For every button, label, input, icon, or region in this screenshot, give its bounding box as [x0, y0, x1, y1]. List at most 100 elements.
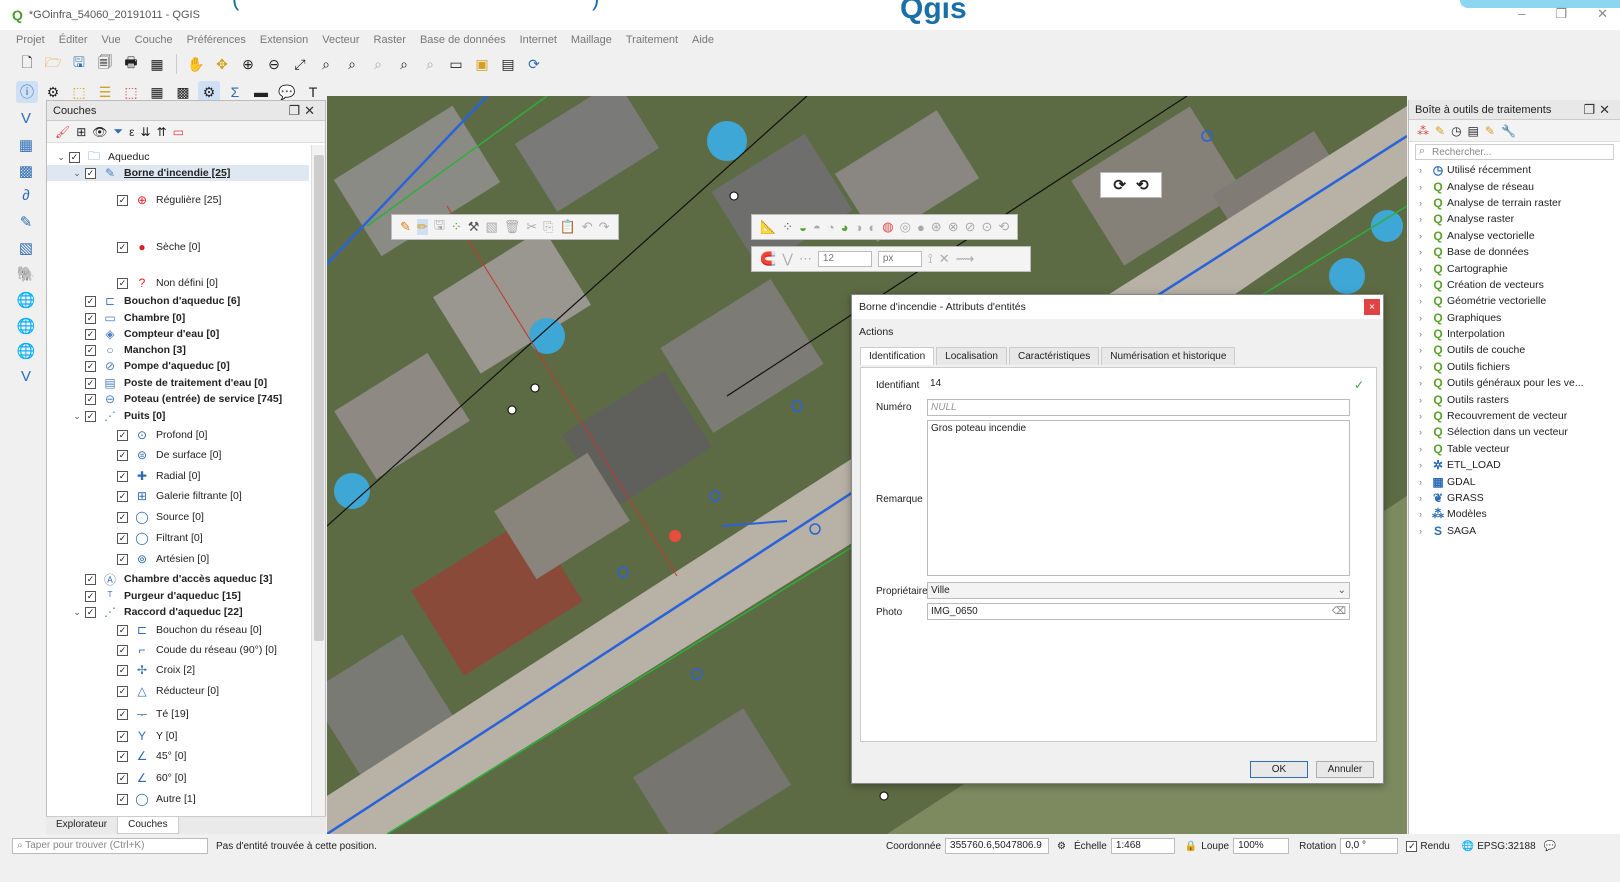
- expand-all-icon[interactable]: ⇊: [141, 125, 151, 139]
- new-map-view-icon[interactable]: ▭: [445, 53, 467, 75]
- layer-visibility-checkbox[interactable]: ✓: [117, 685, 128, 697]
- offset-point-icon[interactable]: ⊙: [982, 219, 993, 235]
- zoom-native-icon[interactable]: ⌕: [367, 53, 389, 75]
- menu-4[interactable]: Préférences: [187, 34, 246, 46]
- split-parts-icon[interactable]: ●: [917, 220, 925, 235]
- scrollbar-thumb[interactable]: [314, 155, 324, 641]
- split-features-icon[interactable]: ◎: [900, 219, 911, 235]
- proprietaire-select[interactable]: Ville ⌄: [927, 582, 1350, 599]
- layer-visibility-checkbox[interactable]: ✓: [85, 377, 96, 389]
- rotate-feature-icon[interactable]: ⟲: [998, 219, 1009, 235]
- pan-to-selection-icon[interactable]: ✥: [211, 53, 233, 75]
- edit-features-inplace-icon[interactable]: ✎: [1485, 124, 1495, 138]
- layer-visibility-checkbox[interactable]: ✓: [117, 449, 128, 461]
- add-group-icon[interactable]: ⊞: [76, 125, 86, 139]
- layer-visibility-checkbox[interactable]: ✓: [69, 151, 80, 163]
- snap-tolerance-input[interactable]: 12: [817, 251, 872, 267]
- layer-visibility-checkbox[interactable]: ✓: [117, 730, 128, 742]
- toggle-extents-icon[interactable]: ⚙: [1057, 841, 1066, 852]
- layer-tree-row[interactable]: ✓ Ⓐ Chambre d'accès aqueduc [3]: [47, 571, 309, 587]
- snap-unit-select[interactable]: px: [877, 251, 922, 267]
- expand-arrow-icon[interactable]: ›: [1419, 427, 1429, 437]
- collapse-all-icon[interactable]: ⇈: [157, 125, 167, 139]
- expand-arrow-icon[interactable]: ⌄: [71, 168, 83, 179]
- expand-arrow-icon[interactable]: ›: [1419, 264, 1429, 274]
- toolbox-item[interactable]: › ◷ Utilisé récemment: [1409, 162, 1620, 178]
- toolbox-item[interactable]: › Q Création de vecteurs: [1409, 277, 1620, 293]
- restore-icon[interactable]: ❐: [1555, 6, 1567, 22]
- layer-visibility-checkbox[interactable]: ✓: [85, 393, 96, 405]
- rotation-field[interactable]: 0,0 °: [1340, 838, 1399, 854]
- identify-icon[interactable]: ⓘ: [16, 81, 38, 103]
- close-window-icon[interactable]: ✕: [1597, 6, 1608, 22]
- add-vector-layer-icon[interactable]: V: [14, 110, 38, 130]
- new-shapefile-icon[interactable]: V: [14, 368, 38, 388]
- layer-visibility-checkbox[interactable]: ✓: [117, 553, 128, 565]
- layer-visibility-checkbox[interactable]: ✓: [85, 606, 96, 618]
- style-icon[interactable]: 🖌: [55, 125, 70, 139]
- delete-ring-icon[interactable]: ◔: [827, 220, 835, 235]
- redo-icon[interactable]: ↷: [599, 219, 610, 235]
- add-wfs-icon[interactable]: 🌐: [14, 317, 38, 337]
- lock-scale-icon[interactable]: 🔒: [1185, 841, 1197, 852]
- toolbox-item[interactable]: › Q Interpolation: [1409, 326, 1620, 342]
- add-mesh-layer-icon[interactable]: ▩: [14, 162, 38, 182]
- layer-tree-row[interactable]: ✓ ⊏ Bouchon du réseau [0]: [47, 622, 309, 638]
- toolbox-search-input[interactable]: Rechercher...: [1415, 144, 1614, 160]
- toggle-editing-icon[interactable]: ✏: [416, 219, 428, 235]
- render-checkbox[interactable]: ✓: [1406, 840, 1418, 852]
- layer-tree-row[interactable]: ✓ ⊙ Profond [0]: [47, 427, 309, 443]
- expand-arrow-icon[interactable]: ›: [1419, 411, 1429, 421]
- layer-tree-row[interactable]: ✓ ◯ Source [0]: [47, 509, 309, 525]
- layer-tree-row[interactable]: ✓ ◯ Filtrant [0]: [47, 530, 309, 546]
- expand-arrow-icon[interactable]: ⌄: [71, 607, 83, 618]
- close-toolbox-icon[interactable]: ✕: [1599, 102, 1614, 117]
- toolbox-item[interactable]: › Q Outils rasters: [1409, 391, 1620, 407]
- layer-tree-row[interactable]: ✓ ∠ 60° [0]: [47, 770, 309, 786]
- scale-field[interactable]: 1:468: [1110, 838, 1175, 854]
- remove-layer-icon[interactable]: ▭: [173, 125, 184, 139]
- dialog-close-button[interactable]: ×: [1364, 299, 1380, 315]
- tracing-icon[interactable]: ⟿: [956, 251, 975, 267]
- zoom-field[interactable]: 100%: [1233, 838, 1290, 854]
- menu-12[interactable]: Aide: [692, 34, 714, 46]
- layer-tree-row[interactable]: ⌄ ✓ ⋰ Puits [0]: [47, 408, 309, 424]
- layer-visibility-checkbox[interactable]: ✓: [85, 295, 96, 307]
- layer-tree-scrollbar[interactable]: [311, 145, 325, 817]
- expand-arrow-icon[interactable]: ›: [1419, 509, 1429, 519]
- ok-button[interactable]: OK: [1250, 761, 1308, 778]
- crs-button[interactable]: EPSG:32188: [1477, 841, 1535, 852]
- add-spatialite-icon[interactable]: ▧: [14, 239, 38, 259]
- toolbox-item[interactable]: › Q Outils généraux pour les ve...: [1409, 375, 1620, 391]
- float-panel-icon[interactable]: ❐: [288, 103, 304, 118]
- messages-icon[interactable]: 💬: [1544, 841, 1556, 852]
- layer-visibility-checkbox[interactable]: ✓: [117, 194, 128, 206]
- expand-arrow-icon[interactable]: ›: [1419, 182, 1429, 192]
- dialog-tab-0[interactable]: Identification: [860, 347, 935, 365]
- add-wms-icon[interactable]: 🌐: [14, 291, 38, 311]
- undo-icon[interactable]: ↶: [582, 219, 593, 235]
- expand-arrow-icon[interactable]: ⌄: [55, 152, 67, 163]
- toolbox-item[interactable]: › ▦ GDAL: [1409, 473, 1620, 489]
- close-panel-icon[interactable]: ✕: [304, 103, 319, 118]
- zoom-out-icon[interactable]: ⊖: [263, 53, 285, 75]
- new-project-icon[interactable]: 🗋: [16, 53, 38, 75]
- toolbox-item[interactable]: › Q Cartographie: [1409, 260, 1620, 276]
- layer-tree-row[interactable]: ✓ ⊜ De surface [0]: [47, 447, 309, 463]
- expand-arrow-icon[interactable]: ›: [1419, 214, 1429, 224]
- toolbox-item[interactable]: › Q Analyse vectorielle: [1409, 228, 1620, 244]
- zoom-last-icon[interactable]: ⌕: [393, 53, 415, 75]
- actions-menu[interactable]: Actions: [852, 319, 1383, 345]
- layer-tree-row[interactable]: ✓ ▤ Poste de traitement d'eau [0]: [47, 375, 309, 391]
- expand-arrow-icon[interactable]: ›: [1419, 165, 1429, 175]
- layer-tree-row[interactable]: ⌄ ✓ ⋰ Raccord d'aqueduc [22]: [47, 604, 309, 620]
- expand-arrow-icon[interactable]: ›: [1419, 296, 1429, 306]
- paste-features-icon[interactable]: 📋: [560, 219, 576, 235]
- print-layout-icon[interactable]: 🖶: [120, 53, 142, 75]
- save-edits-icon[interactable]: 🖫: [434, 216, 445, 238]
- layer-tree-row[interactable]: ✓ ✢ Croix [2]: [47, 662, 309, 678]
- expand-arrow-icon[interactable]: ›: [1419, 329, 1429, 339]
- history-icon[interactable]: ◷: [1451, 124, 1461, 138]
- panel-tab-0[interactable]: Explorateur: [46, 817, 117, 834]
- layer-tree-row[interactable]: ✓ ▭ Chambre [0]: [47, 310, 309, 326]
